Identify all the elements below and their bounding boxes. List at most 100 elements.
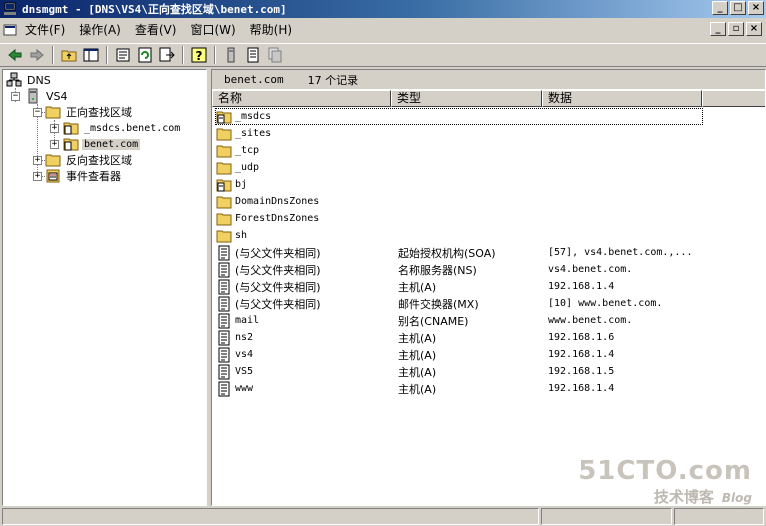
close-button[interactable]: × — [748, 1, 764, 15]
record-name-cell: bj — [216, 177, 247, 193]
record-icon — [216, 296, 232, 312]
up-folder-icon[interactable] — [58, 45, 80, 65]
folder-icon — [216, 211, 232, 227]
list-item[interactable]: vs4 主机(A) 192.168.1.4 — [212, 346, 765, 363]
refresh-icon[interactable] — [134, 45, 156, 65]
record-name-cell: (与父文件夹相同) — [216, 296, 321, 312]
child-restore-button[interactable]: ▫ — [728, 22, 744, 36]
expand-benet-toggle[interactable]: + — [50, 140, 59, 149]
record-type: 起始授权机构(SOA) — [398, 246, 496, 260]
tree-node-forward-zones[interactable]: 正向查找区域 — [45, 104, 134, 120]
tree-node-vs4[interactable]: VS4 — [25, 88, 70, 104]
collapse-vs4-toggle[interactable]: − — [11, 92, 20, 101]
list-item[interactable]: ForestDnsZones — [212, 210, 765, 227]
child-minimize-button[interactable]: _ — [710, 22, 726, 36]
record-data: 192.168.1.5 — [548, 366, 615, 377]
tree-node-reverse-zones[interactable]: 反向查找区域 — [45, 152, 134, 168]
child-close-button[interactable]: × — [746, 22, 762, 36]
list-item[interactable]: (与父文件夹相同) 名称服务器(NS) vs4.benet.com. — [212, 261, 765, 278]
current-zone-label: benet.com — [224, 73, 284, 86]
list-item[interactable]: _udp — [212, 159, 765, 176]
tree-node-dns[interactable]: DNS — [6, 72, 53, 88]
record-data: [57], vs4.benet.com.,... — [548, 247, 693, 258]
event-viewer-icon — [45, 168, 61, 184]
record-name: DomainDnsZones — [235, 196, 320, 207]
list-item[interactable]: _tcp — [212, 142, 765, 159]
copy-icon[interactable] — [264, 45, 286, 65]
record-name: vs4 — [235, 349, 254, 360]
back-arrow-icon[interactable] — [4, 45, 26, 65]
record-name-cell: _udp — [216, 160, 259, 176]
menu-window[interactable]: 窗口(W) — [183, 20, 242, 40]
column-header-type[interactable]: 类型 — [391, 90, 542, 107]
record-icon — [216, 381, 232, 397]
folder-icon — [216, 228, 232, 244]
tree-node-msdcs-zone[interactable]: _msdcs.benet.com — [63, 120, 182, 136]
list-item[interactable]: mail 别名(CNAME) www.benet.com. — [212, 312, 765, 329]
folder-icon — [216, 143, 232, 159]
menu-file[interactable]: 文件(F) — [18, 20, 72, 40]
expand-event-viewer-toggle[interactable]: + — [33, 172, 42, 181]
collapse-forward-zones-toggle[interactable]: − — [33, 108, 42, 117]
list-item[interactable]: _msdcs — [212, 108, 765, 125]
column-header-data[interactable]: 数据 — [542, 90, 702, 107]
delegated-zone-icon — [216, 109, 232, 125]
maximize-button[interactable]: □ — [730, 1, 746, 15]
menu-help[interactable]: 帮助(H) — [243, 20, 299, 40]
show-tree-icon[interactable] — [80, 45, 102, 65]
record-type: 主机(A) — [398, 382, 437, 396]
folder-icon — [216, 126, 232, 142]
column-headers: 名称 类型 数据 — [212, 90, 765, 107]
minimize-button[interactable]: _ — [712, 1, 728, 15]
list-item[interactable]: (与父文件夹相同) 邮件交换器(MX) [10] www.benet.com. — [212, 295, 765, 312]
tree-label-msdcs-zone: _msdcs.benet.com — [84, 122, 181, 134]
properties-icon[interactable] — [112, 45, 134, 65]
record-name: VS5 — [235, 366, 254, 377]
tree-label-benet-zone: benet.com — [82, 138, 141, 150]
list-item[interactable]: (与父文件夹相同) 主机(A) 192.168.1.4 — [212, 278, 765, 295]
server-icon[interactable] — [220, 45, 242, 65]
list-item[interactable]: ns2 主机(A) 192.168.1.6 — [212, 329, 765, 346]
record-name: _msdcs — [235, 111, 272, 122]
list-item[interactable]: VS5 主机(A) 192.168.1.5 — [212, 363, 765, 380]
folder-icon — [216, 160, 232, 176]
record-icon — [216, 313, 232, 329]
menu-view[interactable]: 查看(V) — [128, 20, 184, 40]
list-item[interactable]: DomainDnsZones — [212, 193, 765, 210]
column-header-name[interactable]: 名称 — [212, 90, 391, 107]
delegated-zone-icon — [216, 177, 232, 193]
record-name: (与父文件夹相同) — [235, 263, 321, 277]
record-name-cell: www — [216, 381, 253, 397]
console-icon[interactable] — [2, 22, 18, 38]
record-data: 192.168.1.4 — [548, 383, 615, 394]
details-pane: benet.com 17 个记录 名称 类型 数据 _msdcs _sites _t… — [211, 69, 766, 506]
menu-bar: 文件(F) 操作(A) 查看(V) 窗口(W) 帮助(H) _ ▫ × — [0, 19, 766, 41]
tree-node-benet-zone[interactable]: benet.com — [63, 136, 141, 152]
tree-node-event-viewer[interactable]: 事件查看器 — [45, 168, 123, 184]
list-item[interactable]: _sites — [212, 125, 765, 142]
list-item[interactable]: bj — [212, 176, 765, 193]
forward-arrow-icon[interactable] — [26, 45, 48, 65]
record-icon — [216, 279, 232, 295]
help-icon[interactable]: ? — [188, 45, 210, 65]
record-name-cell: DomainDnsZones — [216, 194, 319, 210]
list-item[interactable]: www 主机(A) 192.168.1.4 — [212, 380, 765, 397]
toolbar-separator — [106, 46, 108, 64]
list-item[interactable]: (与父文件夹相同) 起始授权机构(SOA) [57], vs4.benet.com.… — [212, 244, 765, 261]
record-data: [10] www.benet.com. — [548, 298, 663, 309]
tree-pane: DNS − VS4 − 正向查找区域 + _msdcs.benet.com + … — [2, 69, 207, 506]
record-type: 别名(CNAME) — [398, 314, 469, 328]
list-item[interactable]: sh — [212, 227, 765, 244]
record-type: 主机(A) — [398, 280, 437, 294]
expand-reverse-zones-toggle[interactable]: + — [33, 156, 42, 165]
record-icon — [216, 364, 232, 380]
tree-label-forward-zones: 正向查找区域 — [66, 106, 132, 119]
record-type: 主机(A) — [398, 365, 437, 379]
export-icon[interactable] — [156, 45, 178, 65]
menu-action[interactable]: 操作(A) — [72, 20, 128, 40]
title-bar: dnsmgmt - [DNS\VS4\正向查找区域\benet.com] _ □… — [0, 0, 766, 18]
dns-app-icon[interactable] — [2, 1, 18, 17]
expand-msdcs-toggle[interactable]: + — [50, 124, 59, 133]
record-name-cell: _tcp — [216, 143, 259, 159]
document-icon[interactable] — [242, 45, 264, 65]
